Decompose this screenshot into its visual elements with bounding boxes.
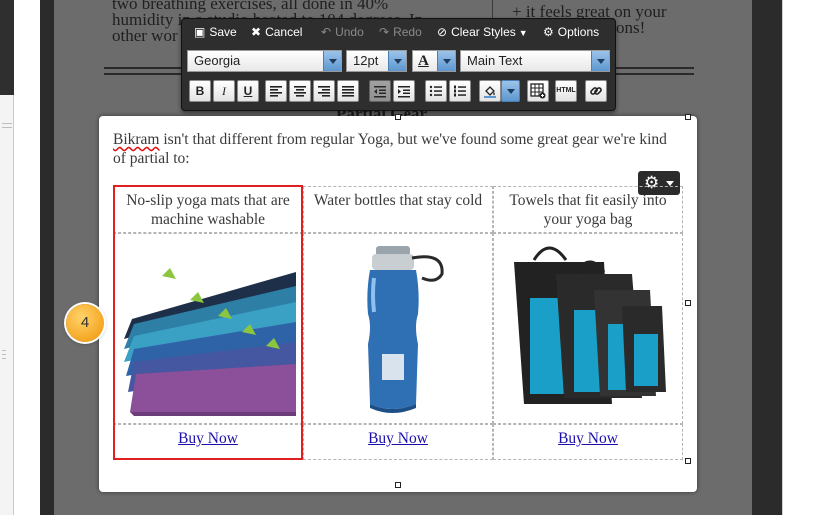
html-button[interactable]: HTML bbox=[555, 80, 577, 102]
gear-icon: ⚙ bbox=[543, 25, 554, 39]
clear-styles-button[interactable]: ⊘ Clear Styles ▼ bbox=[437, 21, 528, 43]
intro-paragraph[interactable]: Bikram isn't that different from regular… bbox=[113, 130, 683, 168]
underline-button[interactable]: U bbox=[237, 80, 259, 102]
italic-button[interactable]: I bbox=[213, 80, 235, 102]
buy-now-link[interactable]: Buy Now bbox=[303, 424, 493, 460]
resize-handle-bottom[interactable] bbox=[395, 482, 401, 488]
font-size-select[interactable]: 12pt bbox=[346, 50, 407, 72]
align-center-icon bbox=[294, 86, 306, 97]
align-left-button[interactable] bbox=[265, 80, 287, 102]
fill-color-dropdown[interactable] bbox=[501, 80, 520, 102]
save-button[interactable]: ▣ Save bbox=[194, 21, 237, 43]
align-right-icon bbox=[318, 86, 330, 97]
left-ruler bbox=[0, 95, 14, 515]
bullet-list-icon bbox=[429, 85, 442, 97]
image-cell[interactable] bbox=[303, 233, 493, 424]
bullet-list-button[interactable] bbox=[425, 80, 447, 102]
page-right-border bbox=[752, 0, 782, 515]
prohibited-icon: ⊘ bbox=[437, 25, 448, 39]
step-number-badge: 4 bbox=[66, 304, 104, 342]
left-chrome bbox=[0, 0, 14, 100]
undo-button[interactable]: ↶ Undo bbox=[321, 21, 364, 43]
font-color-icon: A bbox=[418, 53, 429, 69]
redo-button[interactable]: ↷ Redo bbox=[379, 21, 422, 43]
fill-color-button[interactable] bbox=[479, 80, 501, 102]
toolbar-actions-row: ▣ Save ✖ Cancel ↶ Undo ↷ Redo ⊘ Clear Styles ▼… bbox=[182, 21, 615, 43]
outdent-icon bbox=[374, 86, 386, 98]
outdent-button[interactable] bbox=[369, 80, 391, 102]
resize-handle-top[interactable] bbox=[395, 114, 401, 120]
chevron-down-icon bbox=[507, 89, 515, 94]
font-color-select[interactable]: A bbox=[412, 50, 456, 72]
chevron-down-icon bbox=[388, 51, 406, 71]
page-left-border bbox=[40, 0, 54, 515]
undo-icon: ↶ bbox=[321, 25, 332, 39]
background-text-line: other wor bbox=[112, 26, 178, 45]
justify-icon bbox=[342, 86, 354, 97]
resize-handle-bottom-right[interactable] bbox=[685, 458, 691, 464]
chevron-down-icon bbox=[437, 51, 455, 71]
screenshot-frame: two breathing exercises, all done in 40%… bbox=[0, 0, 815, 529]
column-heading[interactable]: Water bottles that stay cold bbox=[303, 186, 493, 233]
insert-link-button[interactable] bbox=[585, 80, 607, 102]
water-bottle-image[interactable] bbox=[304, 234, 494, 425]
table-icon bbox=[530, 83, 546, 99]
link-icon bbox=[590, 87, 602, 95]
cancel-button[interactable]: ✖ Cancel bbox=[251, 21, 302, 43]
italic-icon: I bbox=[222, 84, 226, 98]
resize-handle-right[interactable] bbox=[685, 300, 691, 306]
image-cell[interactable] bbox=[493, 233, 683, 424]
selected-column-highlight bbox=[113, 185, 303, 460]
chevron-down-icon bbox=[323, 51, 341, 71]
redo-icon: ↷ bbox=[379, 25, 390, 39]
text-style-select[interactable]: Main Text bbox=[460, 50, 610, 72]
buy-now-link[interactable]: Buy Now bbox=[493, 424, 683, 460]
column-heading[interactable]: Towels that fit easily into your yoga ba… bbox=[493, 186, 683, 233]
numbered-list-button[interactable] bbox=[449, 80, 471, 102]
resize-handle-top-right[interactable] bbox=[685, 114, 691, 120]
align-left-icon bbox=[270, 86, 282, 97]
justify-button[interactable] bbox=[337, 80, 359, 102]
bold-button[interactable]: B bbox=[189, 80, 211, 102]
indent-button[interactable] bbox=[393, 80, 415, 102]
font-family-select[interactable]: Georgia bbox=[187, 50, 342, 72]
chevron-down-icon bbox=[591, 51, 609, 71]
html-icon: HTML bbox=[556, 87, 576, 94]
towels-image[interactable] bbox=[494, 234, 684, 425]
indent-icon bbox=[398, 86, 410, 98]
right-margin bbox=[782, 0, 815, 515]
bold-icon: B bbox=[195, 84, 205, 98]
floppy-disk-icon: ▣ bbox=[194, 25, 206, 39]
background-text-line: ons! bbox=[616, 18, 646, 37]
chevron-down-icon: ▼ bbox=[518, 28, 528, 38]
insert-table-button[interactable] bbox=[527, 80, 549, 102]
align-right-button[interactable] bbox=[313, 80, 335, 102]
fill-color-icon bbox=[484, 86, 496, 98]
underline-icon: U bbox=[243, 84, 253, 98]
options-button[interactable]: ⚙ Options bbox=[543, 21, 599, 43]
numbered-list-icon bbox=[454, 85, 466, 97]
misspelled-word[interactable]: Bikram bbox=[113, 131, 160, 148]
align-center-button[interactable] bbox=[289, 80, 311, 102]
close-icon: ✖ bbox=[251, 25, 262, 39]
